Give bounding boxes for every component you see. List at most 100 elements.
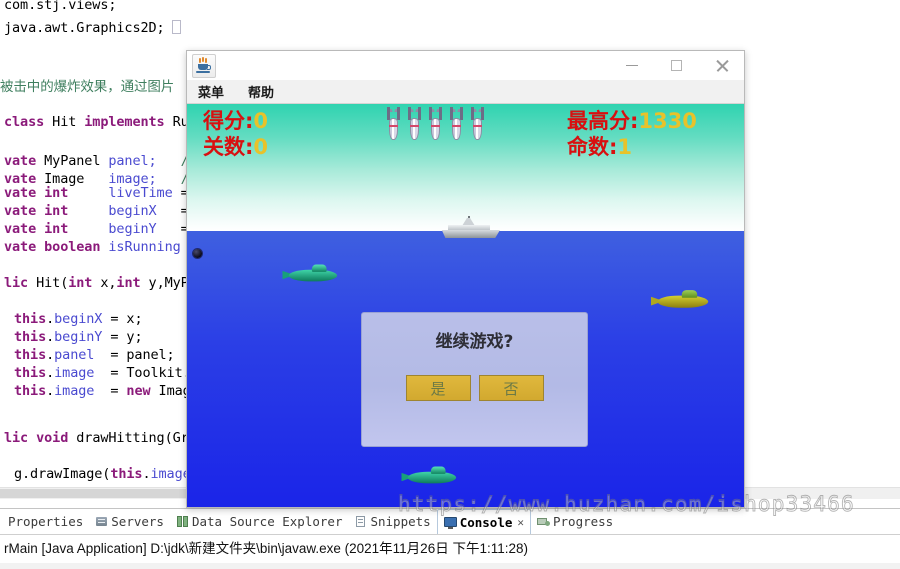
code-token: this [110,466,143,482]
code-token: int [44,185,69,201]
code-token: = [156,203,189,219]
window-controls [609,51,744,80]
no-button[interactable]: 否 [478,375,544,401]
continue-game-dialog[interactable]: 继续游戏? 是 否 [361,312,588,447]
code-line: vate int liveTime = [4,185,189,201]
code-token: beginY [108,221,157,237]
code-line: this.panel = panel; [14,347,175,363]
code-line: this.beginX = x; [14,311,143,327]
code-line: this.image = new Image [14,383,199,399]
minimize-button[interactable] [609,51,654,80]
code-token: int [68,275,93,291]
mine-sprite [193,249,202,258]
text-caret [172,20,181,36]
bomb-icon [429,107,442,140]
code-token: this [14,383,47,399]
code-token: . [142,466,151,482]
progress-icon [537,515,550,528]
submarine-green-left [282,264,339,285]
code-token: boolean [44,239,101,255]
java-game-window[interactable]: 菜单 帮助 得分:0 关数:0 最高分:1330 命数:1 继续游戏? 是 否 [186,50,745,508]
menu-item-menu[interactable]: 菜单 [195,81,227,102]
bomb-icon [450,107,463,140]
code-token: . [46,311,55,327]
level-value: 0 [253,135,269,159]
code-token: panel [54,347,95,363]
code-token: = [94,383,127,399]
bomb-icon [387,107,400,140]
code-token: vate [4,203,37,219]
bomb-icon [408,107,421,140]
code-token: this [14,365,47,381]
view-tab-snippets[interactable]: Snippets [348,510,436,534]
code-token: . [46,329,55,345]
yes-button[interactable]: 是 [405,375,471,401]
code-line: class Hit implements Run [4,114,197,130]
code-token: . [46,383,55,399]
console-horizontal-scrollbar[interactable] [0,563,900,569]
code-token: liveTime [108,185,173,201]
warship-sprite [440,216,500,240]
code-token: int [44,221,69,237]
game-canvas[interactable]: 得分:0 关数:0 最高分:1330 命数:1 继续游戏? 是 否 [187,104,744,507]
highscore-label: 最高分: [567,109,639,133]
view-tab-properties[interactable]: Properties [2,510,89,534]
dialog-button-row: 是 否 [362,375,587,401]
view-tab-label: Servers [111,514,164,529]
code-token: int [116,275,141,291]
code-token: drawHitting(Gra [68,430,197,446]
view-tab-label: Snippets [370,514,431,529]
console-icon [443,516,457,529]
code-line: vate int beginY = [4,221,189,237]
code-token: = y; [102,329,143,345]
score-label: 得分: [203,109,254,133]
code-token: image [54,383,95,399]
code-line: g.drawImage(this.image, [14,466,199,482]
game-window-titlebar[interactable] [187,51,744,81]
view-tab-label: Console [459,514,513,530]
code-line: vate boolean isRunning [4,239,181,255]
bottom-views-panel: Properties Servers Data Source Explorer Sni… [0,508,900,569]
view-tab-progress[interactable]: Progress [531,510,619,534]
code-token: vate [4,185,37,201]
code-token: this [14,311,47,327]
code-token: vate [4,239,37,255]
close-button[interactable] [699,51,744,80]
code-line: this.beginY = y; [14,329,143,345]
code-token: image [150,466,191,482]
console-launch-line: rMain [Java Application] D:\jdk\新建文件夹\bi… [4,541,528,556]
close-icon [715,59,729,73]
maximize-button[interactable] [654,51,699,80]
code-line: lic Hit(int x,int y,MyPa [4,275,197,291]
code-line: java.awt.Graphics2D; [4,20,165,36]
code-token: int [44,203,69,219]
view-tab-label: Data Source Explorer [191,514,343,529]
code-token: beginX [54,311,103,327]
code-token: . [46,347,55,363]
code-token: beginX [108,203,157,219]
menu-item-help[interactable]: 帮助 [245,81,277,102]
maximize-icon [671,60,682,71]
code-token: new [126,383,151,399]
view-tab-console[interactable]: Console ✕ [436,509,531,534]
code-token: lic [4,430,29,446]
snippets-icon [354,515,367,528]
game-menubar: 菜单 帮助 [187,80,744,104]
code-token: class [4,114,45,130]
code-token: = [156,221,189,237]
tab-close-icon[interactable]: ✕ [517,516,524,529]
servers-icon [95,515,108,528]
code-token: = panel; [94,347,175,363]
code-line: com.stj.views; [4,0,116,13]
code-line: this.image = Toolkit.g [14,365,199,381]
view-tab-servers[interactable]: Servers [89,510,170,534]
level-display: 关数:0 [203,134,268,160]
code-token: this [14,329,47,345]
view-tab-data-source-explorer[interactable]: Data Source Explorer [170,510,349,534]
score-value: 0 [253,109,269,133]
